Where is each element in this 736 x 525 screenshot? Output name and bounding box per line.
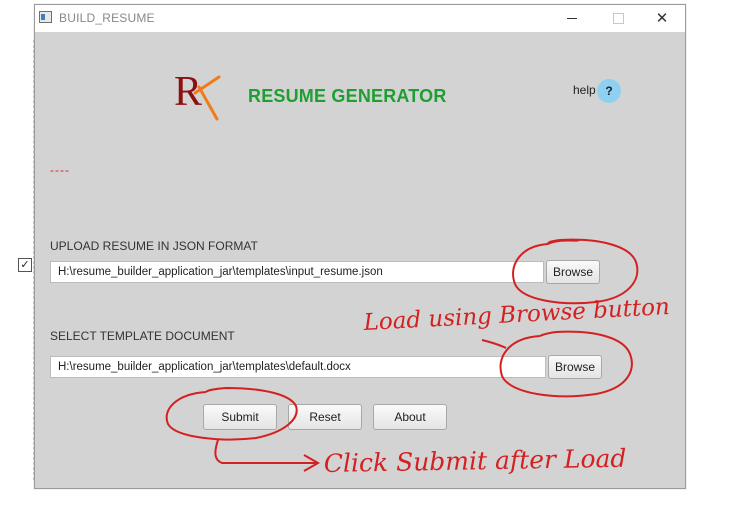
app-title: RESUME GENERATOR xyxy=(248,86,447,106)
help-button[interactable]: ? xyxy=(597,79,621,103)
title-bar: BUILD_RESUME ✕ xyxy=(35,5,685,32)
submit-button[interactable]: Submit xyxy=(203,404,277,430)
json-path-field[interactable]: H:\resume_builder_application_jar\templa… xyxy=(50,261,544,283)
build-resume-window: BUILD_RESUME ✕ R RESUME GENERATOR help ?… xyxy=(34,4,686,489)
template-section-label: SELECT TEMPLATE DOCUMENT xyxy=(50,329,235,343)
help-label: help xyxy=(573,83,596,97)
close-icon: ✕ xyxy=(655,10,669,27)
browse-template-button[interactable]: Browse xyxy=(548,355,602,379)
screenshot-stage: ✓ BUILD_RESUME ✕ R RESUME GENERATOR help… xyxy=(0,0,736,525)
json-section-label: UPLOAD RESUME IN JSON FORMAT xyxy=(50,239,258,253)
minimize-icon xyxy=(567,18,577,19)
window-app-icon xyxy=(39,11,52,23)
help-icon: ? xyxy=(605,84,613,98)
checkbox-icon[interactable]: ✓ xyxy=(18,258,32,272)
browse-json-button[interactable]: Browse xyxy=(546,260,600,284)
about-button[interactable]: About xyxy=(373,404,447,430)
maximize-button[interactable] xyxy=(595,7,641,30)
app-logo: R xyxy=(174,69,221,121)
window-title: BUILD_RESUME xyxy=(59,11,155,25)
minimize-button[interactable] xyxy=(549,7,595,30)
maximize-icon xyxy=(613,13,624,24)
status-message: ---- xyxy=(50,163,70,177)
close-button[interactable]: ✕ xyxy=(639,7,685,30)
reset-button[interactable]: Reset xyxy=(288,404,362,430)
template-path-field[interactable]: H:\resume_builder_application_jar\templa… xyxy=(50,356,546,378)
